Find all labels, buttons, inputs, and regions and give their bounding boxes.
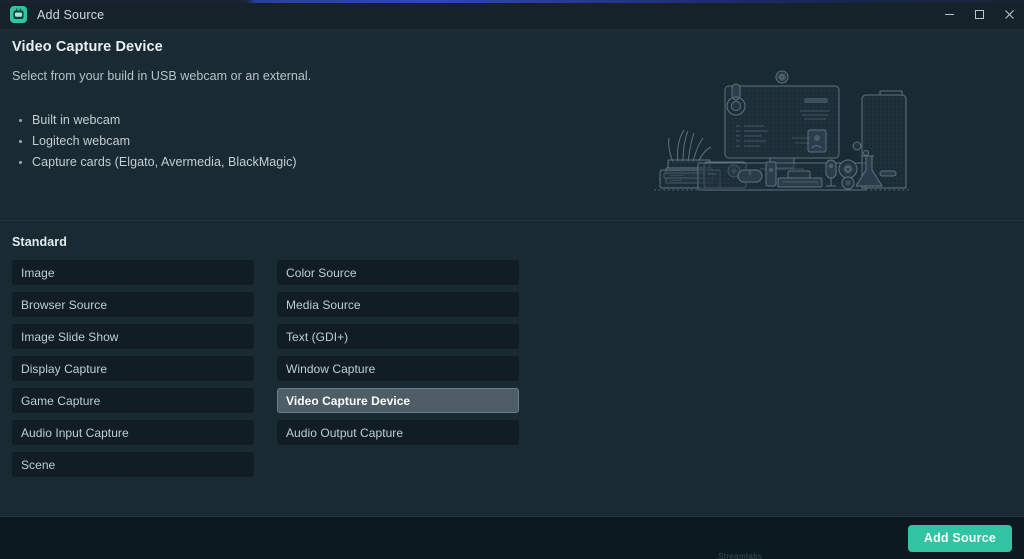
add-source-button[interactable]: Add Source: [907, 524, 1012, 552]
source-type-browser-source[interactable]: Browser Source: [12, 292, 254, 317]
top-accent-strip: [0, 0, 1024, 3]
source-type-label: Browser Source: [21, 297, 108, 312]
source-type-grid: Image Color Source Browser Source Media …: [12, 260, 519, 477]
source-list-panel: Standard Image Color Source Browser Sour…: [0, 221, 1024, 516]
source-type-video-capture-device[interactable]: Video Capture Device: [277, 388, 519, 413]
source-info-title: Video Capture Device: [12, 39, 163, 55]
minimize-icon[interactable]: [934, 0, 964, 30]
source-type-label: Media Source: [286, 297, 361, 312]
source-type-label: Image Slide Show: [21, 329, 119, 344]
window-controls: [934, 0, 1024, 30]
source-type-label: Scene: [21, 457, 56, 472]
source-type-window-capture[interactable]: Window Capture: [277, 356, 519, 381]
source-type-color-source[interactable]: Color Source: [277, 260, 519, 285]
list-item: Built in webcam: [12, 113, 572, 127]
source-type-label: Game Capture: [21, 393, 101, 408]
desk-setup-illustration: [652, 70, 912, 198]
source-type-label: Image: [21, 265, 55, 280]
close-icon[interactable]: [994, 0, 1024, 30]
title-bar-left: Add Source: [0, 6, 104, 23]
source-info-text: Video Capture Device Select from your bu…: [12, 39, 572, 176]
add-source-window: Add Source Video Capture Device Select f…: [0, 0, 1024, 559]
title-bar: Add Source: [0, 0, 1024, 30]
source-type-label: Audio Output Capture: [286, 425, 404, 440]
source-type-media-source[interactable]: Media Source: [277, 292, 519, 317]
source-info-panel: Video Capture Device Select from your bu…: [0, 30, 1024, 221]
window-title: Add Source: [37, 7, 105, 22]
source-type-label: Color Source: [286, 265, 357, 280]
source-type-display-capture[interactable]: Display Capture: [12, 356, 254, 381]
source-type-label: Window Capture: [286, 361, 376, 376]
source-type-image[interactable]: Image: [12, 260, 254, 285]
streamlabs-logo-icon: [10, 6, 27, 23]
list-item: Capture cards (Elgato, Avermedia, BlackM…: [12, 155, 572, 169]
source-type-audio-input-capture[interactable]: Audio Input Capture: [12, 420, 254, 445]
source-type-text-gdi[interactable]: Text (GDI+): [277, 324, 519, 349]
source-info-bullet-list: Built in webcam Logitech webcam Capture …: [12, 113, 572, 169]
source-type-game-capture[interactable]: Game Capture: [12, 388, 254, 413]
section-title-standard: Standard: [12, 235, 67, 249]
source-type-image-slide-show[interactable]: Image Slide Show: [12, 324, 254, 349]
source-info-subtitle: Select from your build in USB webcam or …: [12, 69, 312, 83]
source-type-label: Audio Input Capture: [21, 425, 129, 440]
source-type-label: Video Capture Device: [286, 393, 411, 408]
maximize-icon[interactable]: [964, 0, 994, 30]
source-type-audio-output-capture[interactable]: Audio Output Capture: [277, 420, 519, 445]
source-type-scene[interactable]: Scene: [12, 452, 254, 477]
source-type-label: Text (GDI+): [286, 329, 349, 344]
list-item: Logitech webcam: [12, 134, 572, 148]
footer-note: Streamlabs: [718, 552, 763, 559]
source-type-label: Display Capture: [21, 361, 108, 376]
dialog-footer: Streamlabs Add Source: [0, 516, 1024, 559]
